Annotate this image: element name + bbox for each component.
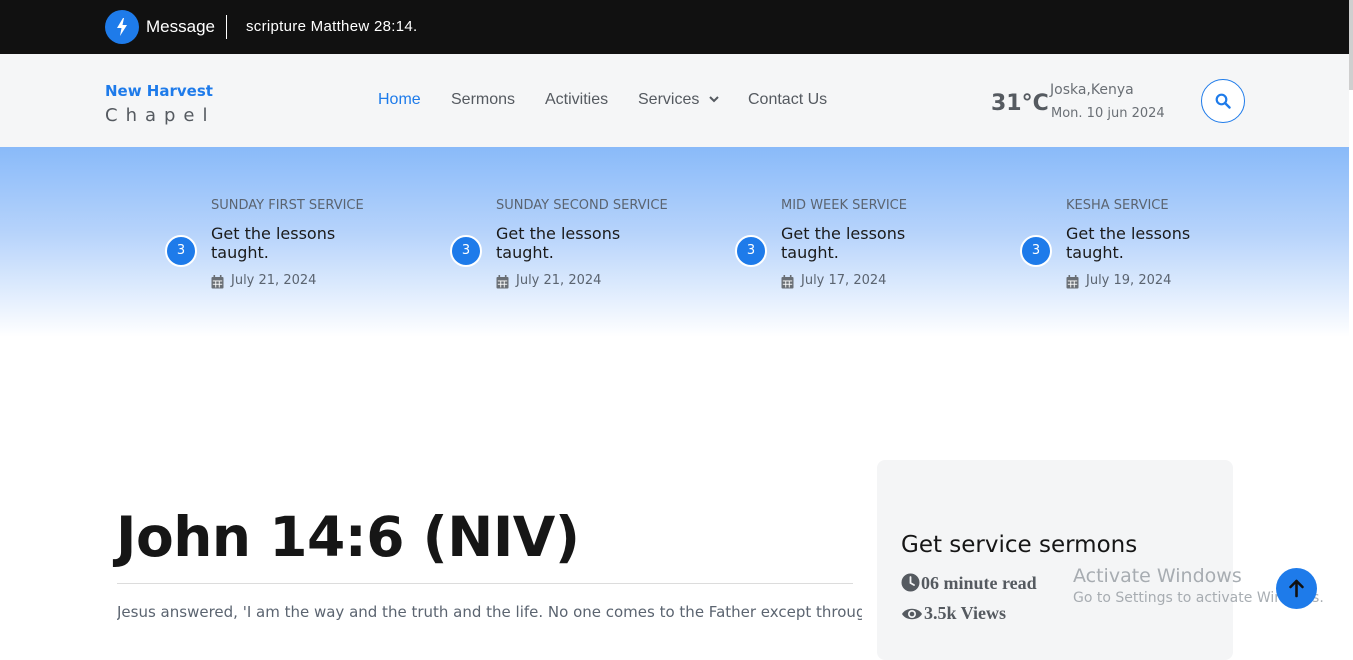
divider bbox=[226, 15, 227, 39]
service-number-badge: 3 bbox=[1020, 235, 1052, 267]
read-time-text: 06 minute read bbox=[921, 573, 1037, 593]
logo-title[interactable]: New Harvest bbox=[105, 82, 213, 100]
services-band: 3 SUNDAY FIRST SERVICE Get the lessons t… bbox=[0, 147, 1349, 337]
activate-windows-watermark: Activate Windows bbox=[1073, 565, 1242, 587]
service-item[interactable]: 3 MID WEEK SERVICE Get the lessons taugh… bbox=[735, 147, 995, 337]
service-date: July 17, 2024 bbox=[801, 273, 887, 288]
lightning-bolt-icon bbox=[117, 18, 127, 36]
service-category: SUNDAY SECOND SERVICE bbox=[496, 198, 668, 213]
calendar-icon bbox=[1066, 275, 1079, 289]
eye-icon bbox=[902, 608, 922, 620]
calendar-icon bbox=[496, 275, 509, 289]
message-ticker-text: scripture Matthew 28:14. bbox=[246, 18, 418, 35]
sidebar-title: Get service sermons bbox=[901, 532, 1138, 558]
article-body: Jesus answered, 'I am the way and the tr… bbox=[117, 603, 862, 621]
message-label: Message bbox=[146, 17, 215, 36]
chevron-down-icon bbox=[709, 96, 719, 103]
arrow-up-icon bbox=[1289, 579, 1304, 598]
service-category: SUNDAY FIRST SERVICE bbox=[211, 198, 364, 213]
service-date: July 21, 2024 bbox=[516, 273, 602, 288]
service-date: July 21, 2024 bbox=[231, 273, 317, 288]
message-badge bbox=[105, 10, 139, 44]
service-number-badge: 3 bbox=[165, 235, 197, 267]
service-item[interactable]: 3 KESHA SERVICE Get the lessons taught. … bbox=[1020, 147, 1280, 337]
nav-sermons[interactable]: Sermons bbox=[451, 91, 515, 109]
read-time: 06 minute read bbox=[901, 573, 1037, 594]
logo-subtitle[interactable]: Chapel bbox=[105, 105, 216, 126]
weather-location: Joska,Kenya bbox=[1050, 82, 1134, 98]
search-icon bbox=[1215, 93, 1231, 109]
nav-home[interactable]: Home bbox=[378, 91, 421, 109]
service-number-badge: 3 bbox=[735, 235, 767, 267]
site-header: New Harvest Chapel Home Sermons Activiti… bbox=[0, 54, 1349, 147]
service-item[interactable]: 3 SUNDAY SECOND SERVICE Get the lessons … bbox=[450, 147, 710, 337]
clock-icon bbox=[901, 573, 920, 592]
service-number-badge: 3 bbox=[450, 235, 482, 267]
service-title[interactable]: Get the lessons taught. bbox=[1066, 224, 1226, 262]
nav-services-label: Services bbox=[638, 91, 700, 108]
sermon-sidebar-card: Get service sermons 06 minute read 3.5k … bbox=[877, 460, 1233, 660]
top-message-bar: Message scripture Matthew 28:14. bbox=[0, 0, 1353, 54]
weather-temperature: 31°C bbox=[991, 91, 1049, 116]
nav-services[interactable]: Services bbox=[638, 91, 719, 109]
weather-date: Mon. 10 jun 2024 bbox=[1051, 106, 1165, 121]
divider bbox=[117, 583, 853, 584]
scrollbar[interactable] bbox=[1349, 0, 1353, 90]
article-title: John 14:6 (NIV) bbox=[116, 505, 580, 569]
service-date: July 19, 2024 bbox=[1086, 273, 1172, 288]
nav-contact-us[interactable]: Contact Us bbox=[748, 91, 827, 109]
service-item[interactable]: 3 SUNDAY FIRST SERVICE Get the lessons t… bbox=[165, 147, 425, 337]
views-count: 3.5k Views bbox=[901, 603, 1006, 624]
calendar-icon bbox=[781, 275, 794, 289]
calendar-icon bbox=[211, 275, 224, 289]
service-title[interactable]: Get the lessons taught. bbox=[781, 224, 941, 262]
nav-activities[interactable]: Activities bbox=[545, 91, 608, 109]
service-title[interactable]: Get the lessons taught. bbox=[211, 224, 371, 262]
service-title[interactable]: Get the lessons taught. bbox=[496, 224, 656, 262]
search-button[interactable] bbox=[1201, 79, 1245, 123]
views-text: 3.5k Views bbox=[924, 603, 1007, 623]
service-category: MID WEEK SERVICE bbox=[781, 198, 907, 213]
back-to-top-button[interactable] bbox=[1276, 568, 1317, 609]
service-category: KESHA SERVICE bbox=[1066, 198, 1169, 213]
